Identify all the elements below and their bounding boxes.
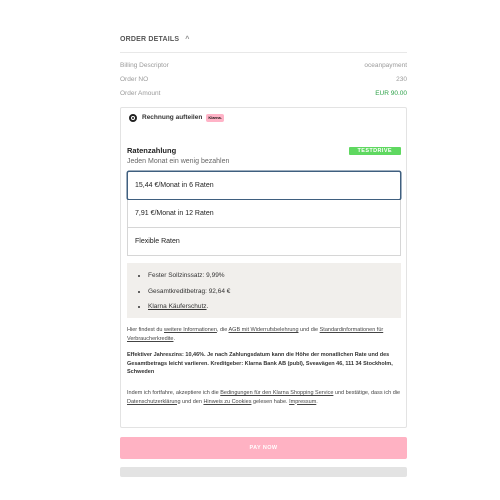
- legal-text: und bestätige, dass ich die: [333, 390, 401, 396]
- installment-option-6[interactable]: 15,44 €/Monat in 6 Raten: [127, 171, 401, 200]
- order-details-title: ORDER DETAILS: [120, 35, 180, 43]
- list-item: Fester Sollzinssatz: 9,99%: [148, 271, 389, 281]
- ratenzahlung-section: Ratenzahlung TESTDRIVE Jeden Monat ein w…: [127, 146, 401, 165]
- legal-text: gelesen habe.: [251, 398, 290, 405]
- list-item: Gesamtkreditbetrag: 92,64 €: [148, 287, 389, 297]
- legal-info-paragraph: Hier findest du weitere Informationen, d…: [127, 326, 401, 343]
- kaeuferschutz-link[interactable]: Klarna Käuferschutz: [148, 303, 207, 310]
- cookie-notice-link[interactable]: Hinweis zu Cookies: [203, 399, 251, 405]
- effective-rate-paragraph: Effektiver Jahreszins: 10,46%. Je nach Z…: [127, 352, 393, 375]
- klarna-logo-badge: Klarna.: [206, 113, 224, 122]
- list-item: Klarna Käuferschutz.: [148, 302, 389, 312]
- shopping-service-terms-link[interactable]: Bedingungen für den Klarna Shopping Serv…: [220, 390, 333, 396]
- agb-link[interactable]: AGB mit Widerrufsbelehrung: [229, 327, 299, 333]
- legal-text: und den: [180, 398, 204, 405]
- order-row-value: oceanpayment: [364, 61, 407, 69]
- ratenzahlung-subtitle: Jeden Monat ein wenig bezahlen: [127, 158, 230, 165]
- order-row-label: Order Amount: [120, 89, 161, 97]
- installment-options: 15,44 €/Monat in 6 Raten 7,91 €/Monat in…: [127, 171, 401, 256]
- installment-option-12[interactable]: 7,91 €/Monat in 12 Raten: [127, 200, 401, 228]
- legal-text: Hier findest du: [127, 327, 164, 333]
- order-row-value: 230: [396, 75, 407, 83]
- legal-text: Indem ich fortfahre, akzeptiere ich die: [127, 390, 221, 396]
- order-details: ORDER DETAILS ^ Billing Descriptor ocean…: [120, 33, 407, 100]
- order-row-order-no: Order NO 230: [120, 72, 407, 86]
- list-item-suffix: .: [206, 303, 209, 310]
- radio-selected-icon[interactable]: [129, 113, 137, 122]
- legal-text: , die: [216, 327, 229, 333]
- weitere-informationen-link[interactable]: weitere Informationen: [164, 327, 217, 333]
- ratenzahlung-title-row: Ratenzahlung TESTDRIVE: [127, 146, 401, 155]
- credit-info-list: Fester Sollzinssatz: 9,99% Gesamtkreditb…: [139, 271, 389, 312]
- testdrive-badge: TESTDRIVE: [348, 146, 401, 155]
- legal-text: .: [316, 398, 318, 405]
- order-row-order-amount: Order Amount EUR 90.00: [120, 86, 407, 100]
- order-amount-value: EUR 90.00: [375, 89, 407, 97]
- legal-text: .: [173, 335, 176, 342]
- divider: [120, 52, 407, 53]
- secondary-button[interactable]: [120, 467, 407, 477]
- order-row-label: Order NO: [120, 75, 149, 83]
- order-row-billing-descriptor: Billing Descriptor oceanpayment: [120, 58, 407, 72]
- impressum-link[interactable]: Impressum: [289, 399, 316, 405]
- klarna-payment-panel: Rechnung aufteilen Klarna. Ratenzahlung …: [120, 107, 407, 428]
- pay-now-button[interactable]: PAY NOW: [120, 437, 407, 459]
- installment-option-flexible[interactable]: Flexible Raten: [127, 228, 401, 256]
- order-details-header[interactable]: ORDER DETAILS ^: [120, 33, 407, 45]
- chevron-up-icon[interactable]: ^: [185, 36, 189, 43]
- ratenzahlung-title: Ratenzahlung: [127, 146, 177, 155]
- terms-paragraph: Indem ich fortfahre, akzeptiere ich die …: [127, 389, 401, 406]
- order-row-label: Billing Descriptor: [120, 61, 169, 69]
- klarna-payment-option[interactable]: Rechnung aufteilen Klarna.: [121, 108, 406, 127]
- privacy-policy-link[interactable]: Datenschutzerklärung: [127, 399, 181, 405]
- legal-text: und die: [298, 327, 320, 333]
- klarna-option-label: Rechnung aufteilen: [142, 114, 203, 121]
- credit-info-box: Fester Sollzinssatz: 9,99% Gesamtkreditb…: [127, 263, 401, 318]
